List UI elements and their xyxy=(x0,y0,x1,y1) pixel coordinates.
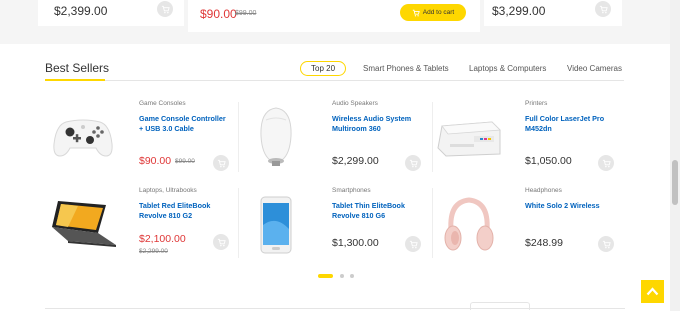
product-name[interactable]: Game Console Controller + USB 3.0 Cable xyxy=(139,114,229,134)
headphones-icon[interactable] xyxy=(431,191,506,259)
tab-top-20[interactable]: Top 20 xyxy=(300,61,347,76)
product-old-price: $99.00 xyxy=(235,10,257,17)
carousel-dot[interactable] xyxy=(340,274,344,278)
section-divider xyxy=(45,80,624,81)
smartphone-icon[interactable] xyxy=(238,191,313,259)
product-name[interactable]: Tablet Red EliteBook Revolve 810 G2 xyxy=(139,201,229,221)
product-card[interactable]: Game Consoles Game Console Controller + … xyxy=(45,100,230,180)
cart-button[interactable] xyxy=(213,155,229,171)
product-old-price: $2,299.00 xyxy=(139,248,168,255)
product-sale-price: $90.00 xyxy=(200,7,237,21)
speaker-icon[interactable] xyxy=(238,104,313,172)
product-card[interactable]: Printers Full Color LaserJet Pro M452dn … xyxy=(431,100,616,180)
section-bottom-divider xyxy=(45,308,625,309)
product-category[interactable]: Laptops, Ultrabooks xyxy=(139,187,197,194)
cart-button[interactable] xyxy=(405,155,421,171)
cart-button[interactable] xyxy=(595,1,611,17)
product-card[interactable]: Headphones White Solo 2 Wireless $248.99 xyxy=(431,187,616,267)
cart-button[interactable] xyxy=(598,236,614,252)
product-card[interactable]: Laptops, Ultrabooks Tablet Red EliteBook… xyxy=(45,187,230,267)
add-to-cart-label: Add to cart xyxy=(422,9,455,16)
cart-icon xyxy=(217,238,226,246)
section-title: Best Sellers xyxy=(45,61,110,75)
product-name[interactable]: White Solo 2 Wireless xyxy=(525,201,615,211)
cart-button[interactable] xyxy=(598,155,614,171)
game-controller-icon[interactable] xyxy=(45,104,120,172)
product-sale-price: $2,100.00 xyxy=(139,233,186,245)
product-category[interactable]: Game Consoles xyxy=(139,100,186,107)
product-price: $1,300.00 xyxy=(332,237,379,249)
product-price: $3,299.00 xyxy=(492,4,546,18)
back-to-top-button[interactable] xyxy=(641,280,664,303)
product-category[interactable]: Headphones xyxy=(525,187,562,194)
add-to-cart-button[interactable]: Add to cart xyxy=(400,4,466,21)
product-name[interactable]: Full Color LaserJet Pro M452dn xyxy=(525,114,615,134)
cart-icon xyxy=(409,240,418,248)
product-price: $2,299.00 xyxy=(332,155,379,167)
cart-icon xyxy=(602,159,611,167)
product-name[interactable]: Wireless Audio System Multiroom 360 xyxy=(332,114,422,134)
scrollbar-thumb[interactable] xyxy=(672,160,678,205)
product-category[interactable]: Audio Speakers xyxy=(332,100,378,107)
cart-button[interactable] xyxy=(405,236,421,252)
carousel-dot-active[interactable] xyxy=(318,274,333,278)
product-price: $1,050.00 xyxy=(525,155,572,167)
tab-smart-phones-tablets[interactable]: Smart Phones & Tablets xyxy=(363,62,449,75)
cart-icon xyxy=(161,5,170,13)
cart-icon xyxy=(602,240,611,248)
cart-button[interactable] xyxy=(157,1,173,17)
product-category[interactable]: Printers xyxy=(525,100,547,107)
product-name[interactable]: Tablet Thin EliteBook Revolve 810 G6 xyxy=(332,201,422,221)
carousel-dot[interactable] xyxy=(350,274,354,278)
cart-icon xyxy=(217,159,226,167)
product-card[interactable]: Audio Speakers Wireless Audio System Mul… xyxy=(238,100,423,180)
section-title-underline xyxy=(45,79,105,81)
previous-products-strip: $2,399.00 $90.00 $99.00 Add to cart $3,2… xyxy=(0,0,680,44)
cart-button[interactable] xyxy=(213,234,229,250)
cart-icon xyxy=(409,159,418,167)
best-sellers-section: Best Sellers Top 20 Smart Phones & Table… xyxy=(0,44,670,311)
cart-icon xyxy=(599,5,608,13)
chevron-up-icon xyxy=(646,287,659,296)
product-old-price: $99.00 xyxy=(175,158,195,165)
laptop-icon[interactable] xyxy=(45,191,120,259)
product-card[interactable]: Smartphones Tablet Thin EliteBook Revolv… xyxy=(238,187,423,267)
product-sale-price: $90.00 xyxy=(139,155,172,167)
printer-icon[interactable] xyxy=(431,104,506,172)
cart-icon xyxy=(412,9,420,16)
product-price: $248.99 xyxy=(525,237,563,249)
tab-video-cameras[interactable]: Video Cameras xyxy=(567,62,622,75)
product-category[interactable]: Smartphones xyxy=(332,187,371,194)
page-scrollbar[interactable] xyxy=(670,0,680,311)
tab-laptops-computers[interactable]: Laptops & Computers xyxy=(469,62,546,75)
product-price: $2,399.00 xyxy=(54,4,108,18)
